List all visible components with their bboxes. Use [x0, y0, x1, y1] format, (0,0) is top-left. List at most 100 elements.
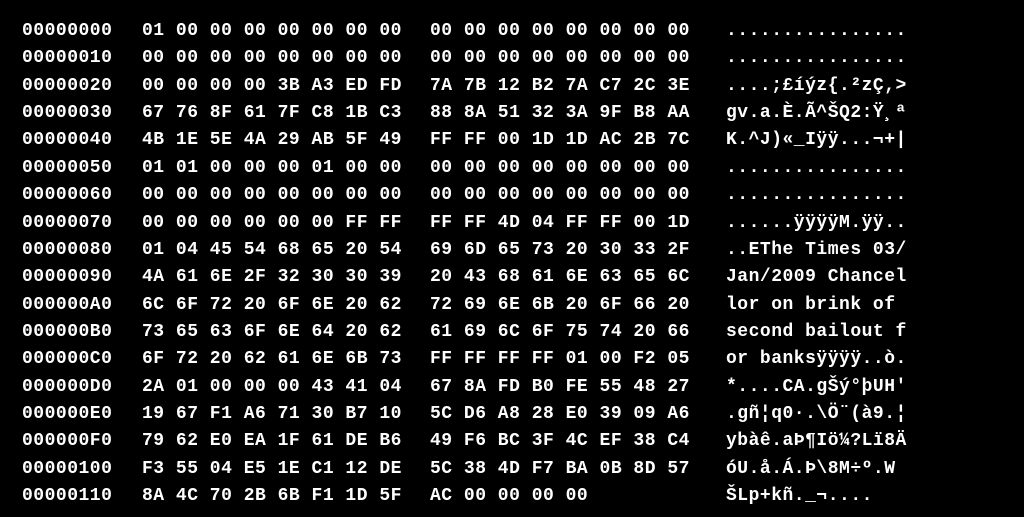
- hex-bytes-left: 01 00 00 00 00 00 00 00: [142, 18, 402, 45]
- hex-bytes-right: FF FF 00 1D 1D AC 2B 7C: [430, 127, 690, 154]
- hex-bytes-right: 61 69 6C 6F 75 74 20 66: [430, 319, 690, 346]
- column-gap: [402, 237, 430, 264]
- ascii-column: ..EThe Times 03/: [726, 237, 907, 264]
- column-gap: [402, 456, 430, 483]
- column-gap: [690, 374, 726, 401]
- hex-bytes-left: 00 00 00 00 00 00 00 00: [142, 182, 402, 209]
- offset: 000000C0: [22, 346, 142, 373]
- column-gap: [690, 401, 726, 428]
- hex-bytes-left: 8A 4C 70 2B 6B F1 1D 5F: [142, 483, 402, 510]
- hex-bytes-left: 01 01 00 00 00 01 00 00: [142, 155, 402, 182]
- column-gap: [690, 127, 726, 154]
- hex-row: 0000007000 00 00 00 00 00 FF FF FF FF 4D …: [22, 210, 1002, 237]
- hex-bytes-right: 67 8A FD B0 FE 55 48 27: [430, 374, 690, 401]
- column-gap: [402, 292, 430, 319]
- hex-bytes-right: 7A 7B 12 B2 7A C7 2C 3E: [430, 73, 690, 100]
- hex-bytes-left: 4B 1E 5E 4A 29 AB 5F 49: [142, 127, 402, 154]
- ascii-column: ................: [726, 45, 907, 72]
- column-gap: [690, 237, 726, 264]
- hex-bytes-right: 5C 38 4D F7 BA 0B 8D 57: [430, 456, 690, 483]
- offset: 000000A0: [22, 292, 142, 319]
- hex-bytes-left: 00 00 00 00 3B A3 ED FD: [142, 73, 402, 100]
- column-gap: [690, 100, 726, 127]
- column-gap: [402, 155, 430, 182]
- column-gap: [690, 292, 726, 319]
- column-gap: [402, 18, 430, 45]
- column-gap: [690, 18, 726, 45]
- hex-bytes-left: 6C 6F 72 20 6F 6E 20 62: [142, 292, 402, 319]
- hex-row: 0000003067 76 8F 61 7F C8 1B C388 8A 51 …: [22, 100, 1002, 127]
- column-gap: [402, 182, 430, 209]
- hex-bytes-right: 20 43 68 61 6E 63 65 6C: [430, 264, 690, 291]
- hex-row: 0000000001 00 00 00 00 00 00 00 00 00 00 …: [22, 18, 1002, 45]
- hex-row: 0000006000 00 00 00 00 00 00 0000 00 00 …: [22, 182, 1002, 209]
- hex-bytes-right: 00 00 00 00 00 00 00 00: [430, 45, 690, 72]
- column-gap: [402, 319, 430, 346]
- hex-row: 000000904A 61 6E 2F 32 30 30 39 20 43 68 …: [22, 264, 1002, 291]
- hex-row: 0000008001 04 45 54 68 65 20 54 69 6D 65 …: [22, 237, 1002, 264]
- ascii-column: .gñ¦q0·.\Ö¨(à9.¦: [726, 401, 907, 428]
- hex-row: 0000002000 00 00 00 3B A3 ED FD 7A 7B 12 …: [22, 73, 1002, 100]
- offset: 000000E0: [22, 401, 142, 428]
- column-gap: [690, 264, 726, 291]
- hex-row: 000000B073 65 63 6F 6E 64 20 6261 69 6C …: [22, 319, 1002, 346]
- offset: 000000B0: [22, 319, 142, 346]
- column-gap: [402, 374, 430, 401]
- hex-bytes-right: 88 8A 51 32 3A 9F B8 AA: [430, 100, 690, 127]
- hex-bytes-left: 4A 61 6E 2F 32 30 30 39: [142, 264, 402, 291]
- column-gap: [402, 73, 430, 100]
- hex-dump: 0000000001 00 00 00 00 00 00 0000 00 00 …: [22, 18, 1002, 510]
- hex-bytes-left: 00 00 00 00 00 00 00 00: [142, 45, 402, 72]
- hex-bytes-left: 79 62 E0 EA 1F 61 DE B6: [142, 428, 402, 455]
- hex-bytes-left: 01 04 45 54 68 65 20 54: [142, 237, 402, 264]
- hex-bytes-right: 00 00 00 00 00 00 00 00: [430, 182, 690, 209]
- ascii-column: ......ÿÿÿÿM.ÿÿ..: [726, 210, 907, 237]
- hex-bytes-right: 5C D6 A8 28 E0 39 09 A6: [430, 401, 690, 428]
- ascii-column: *....CA.gŠý°þUH': [726, 374, 907, 401]
- hex-bytes-right: 00 00 00 00 00 00 00 00: [430, 155, 690, 182]
- hex-bytes-right: 00 00 00 00 00 00 00 00: [430, 18, 690, 45]
- column-gap: [402, 45, 430, 72]
- hex-row: 000000C06F 72 20 62 61 6E 6B 73 FF FF FF …: [22, 346, 1002, 373]
- column-gap: [690, 346, 726, 373]
- column-gap: [690, 182, 726, 209]
- offset: 00000110: [22, 483, 142, 510]
- ascii-column: óU.å.Á.Þ\8M÷º.W: [726, 456, 896, 483]
- column-gap: [690, 210, 726, 237]
- hex-bytes-right: 49 F6 BC 3F 4C EF 38 C4: [430, 428, 690, 455]
- column-gap: [402, 100, 430, 127]
- offset: 00000000: [22, 18, 142, 45]
- ascii-column: or banksÿÿÿÿ..ò.: [726, 346, 907, 373]
- hex-bytes-right: FF FF 4D 04 FF FF 00 1D: [430, 210, 690, 237]
- hex-bytes-right: FF FF FF FF 01 00 F2 05: [430, 346, 690, 373]
- column-gap: [690, 319, 726, 346]
- column-gap: [690, 428, 726, 455]
- hex-bytes-left: 19 67 F1 A6 71 30 B7 10: [142, 401, 402, 428]
- ascii-column: gv.a.È.Ã^ŠQ2:Ÿ¸ª: [726, 100, 907, 127]
- column-gap: [690, 483, 726, 510]
- hex-row: 000001108A 4C 70 2B 6B F1 1D 5FAC 00 00 …: [22, 483, 1002, 510]
- column-gap: [690, 45, 726, 72]
- offset: 00000050: [22, 155, 142, 182]
- ascii-column: Jan/2009 Chancel: [726, 264, 907, 291]
- hex-bytes-right: 72 69 6E 6B 20 6F 66 20: [430, 292, 690, 319]
- ascii-column: second bailout f: [726, 319, 907, 346]
- hex-bytes-left: 00 00 00 00 00 00 FF FF: [142, 210, 402, 237]
- offset: 000000F0: [22, 428, 142, 455]
- hex-row: 000000A06C 6F 72 20 6F 6E 20 62 72 69 6E …: [22, 292, 1002, 319]
- ascii-column: ŠLp+kñ._¬....: [726, 483, 873, 510]
- hex-bytes-left: 2A 01 00 00 00 43 41 04: [142, 374, 402, 401]
- column-gap: [402, 401, 430, 428]
- offset: 00000020: [22, 73, 142, 100]
- offset: 00000070: [22, 210, 142, 237]
- column-gap: [402, 127, 430, 154]
- hex-bytes-left: 67 76 8F 61 7F C8 1B C3: [142, 100, 402, 127]
- offset: 00000080: [22, 237, 142, 264]
- hex-row: 000000E019 67 F1 A6 71 30 B7 10 5C D6 A8 …: [22, 401, 1002, 428]
- ascii-column: K.^J)«_Iÿÿ...¬+|: [726, 127, 907, 154]
- offset: 00000090: [22, 264, 142, 291]
- offset: 00000100: [22, 456, 142, 483]
- hex-bytes-right: 69 6D 65 73 20 30 33 2F: [430, 237, 690, 264]
- hex-bytes-left: 6F 72 20 62 61 6E 6B 73: [142, 346, 402, 373]
- offset: 00000060: [22, 182, 142, 209]
